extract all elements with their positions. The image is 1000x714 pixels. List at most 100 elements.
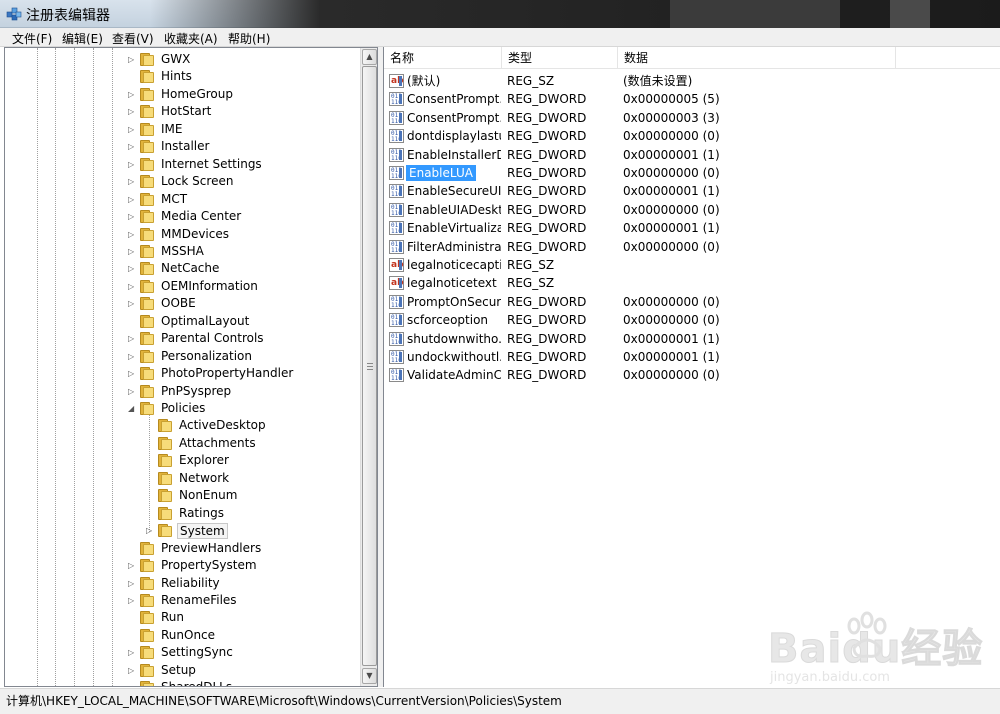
value-row[interactable]: ab (默认) REG_SZ (数值未设置) <box>384 72 1000 90</box>
tree-node-label: PhotoPropertyHandler <box>161 366 294 381</box>
tree-node[interactable]: ▷ IME <box>5 121 360 138</box>
tree-node[interactable]: ▷ HomeGroup <box>5 86 360 103</box>
expand-arrow-icon[interactable]: ▷ <box>128 334 136 343</box>
expand-arrow-icon[interactable]: ▷ <box>128 177 136 186</box>
expand-arrow-icon[interactable]: ▷ <box>128 247 136 256</box>
menu-favorites[interactable]: 收藏夹(A) <box>164 30 218 47</box>
tree-node[interactable]: Hints <box>5 68 360 85</box>
registry-key-tree[interactable]: ▷ GWX Hints ▷ HomeGroup ▷ HotStart ▷ IME ▷ Install… <box>4 47 378 687</box>
tree-node[interactable]: ▷ RenameFiles <box>5 592 360 609</box>
tree-node[interactable]: ▷ PropertySystem <box>5 557 360 574</box>
expand-arrow-icon[interactable]: ▷ <box>146 526 154 535</box>
tree-node[interactable]: Attachments <box>5 435 360 452</box>
scroll-down-button[interactable]: ▼ <box>362 668 377 684</box>
tree-node[interactable]: Explorer <box>5 452 360 469</box>
folder-icon <box>140 297 156 311</box>
expand-arrow-icon[interactable]: ▷ <box>128 160 136 169</box>
menu-file[interactable]: 文件(F) <box>12 30 52 47</box>
tree-node[interactable]: ▷ MSSHA <box>5 243 360 260</box>
expand-arrow-icon[interactable]: ▷ <box>128 55 136 64</box>
tree-node[interactable]: PreviewHandlers <box>5 540 360 557</box>
tree-node[interactable]: ActiveDesktop <box>5 417 360 434</box>
expand-arrow-icon[interactable]: ▷ <box>128 299 136 308</box>
expand-arrow-icon[interactable]: ▷ <box>128 195 136 204</box>
column-header-type[interactable]: 类型 <box>502 47 618 69</box>
tree-node[interactable]: ▷ Media Center <box>5 208 360 225</box>
tree-node[interactable]: ▷ Internet Settings <box>5 156 360 173</box>
expand-arrow-icon[interactable]: ▷ <box>128 264 136 273</box>
value-row[interactable]: 011 110 scforceoption REG_DWORD 0x00000000 (… <box>384 311 1000 329</box>
expand-arrow-icon[interactable]: ▷ <box>128 212 136 221</box>
value-row[interactable]: 011110dontdisplaylastu... REG_DWORD 0x0000… <box>384 127 1000 145</box>
tree-node[interactable]: ▷ PnPSysprep <box>5 383 360 400</box>
tree-node[interactable]: RunOnce <box>5 627 360 644</box>
tree-node[interactable]: ▷ MMDevices <box>5 226 360 243</box>
tree-node[interactable]: ▷ NetCache <box>5 260 360 277</box>
value-row[interactable]: 011110EnableSecureUI... REG_DWORD 0x000000… <box>384 182 1000 200</box>
tree-node[interactable]: ▷ System <box>5 522 360 540</box>
column-header-name[interactable]: 名称 <box>384 47 502 69</box>
expand-arrow-icon[interactable]: ▷ <box>128 282 136 291</box>
expand-arrow-icon[interactable]: ▷ <box>128 596 136 605</box>
expand-arrow-icon[interactable]: ▷ <box>128 579 136 588</box>
menu-help[interactable]: 帮助(H) <box>228 30 270 47</box>
title-bar[interactable]: 注册表编辑器 <box>0 0 1000 28</box>
value-row[interactable]: 011 110 shutdownwitho... REG_DWORD 0x0000000… <box>384 330 1000 348</box>
tree-node[interactable]: ◢ Policies <box>5 400 360 417</box>
tree-node[interactable]: SharedDLLs <box>5 679 360 686</box>
value-row[interactable]: 011 110 ConsentPrompt... REG_DWORD 0x0000000… <box>384 109 1000 127</box>
tree-node-label: Personalization <box>161 348 252 363</box>
expand-arrow-icon[interactable]: ▷ <box>128 648 136 657</box>
tree-node[interactable]: ▷ Parental Controls <box>5 330 360 347</box>
value-row[interactable]: 011110PromptOnSecur... REG_DWORD 0x0000000… <box>384 293 1000 311</box>
tree-node[interactable]: ▷ Lock Screen <box>5 173 360 190</box>
expand-arrow-icon[interactable]: ▷ <box>128 561 136 570</box>
tree-node[interactable]: ▷ Setup <box>5 662 360 679</box>
scroll-thumb[interactable] <box>362 66 377 666</box>
menu-edit[interactable]: 编辑(E) <box>62 30 103 47</box>
tree-node[interactable]: Ratings <box>5 505 360 522</box>
value-data: 0x00000001 (1) <box>623 331 720 346</box>
expand-arrow-icon[interactable]: ▷ <box>128 666 136 675</box>
paw-icon <box>847 611 887 658</box>
expand-arrow-icon[interactable]: ▷ <box>128 230 136 239</box>
tree-node[interactable]: ▷ SettingSync <box>5 644 360 661</box>
tree-node[interactable]: NonEnum <box>5 487 360 504</box>
value-row[interactable]: 011110ValidateAdminC... REG_DWORD 0x000000… <box>384 366 1000 384</box>
expand-arrow-icon[interactable]: ▷ <box>128 107 136 116</box>
tree-node[interactable]: ▷ MCT <box>5 191 360 208</box>
value-row[interactable]: 011110FilterAdministra... REG_DWORD 0x0000… <box>384 238 1000 256</box>
tree-node[interactable]: Network <box>5 470 360 487</box>
value-row[interactable]: 011110EnableVirtualizat... REG_DWORD 0x000… <box>384 219 1000 237</box>
menu-view[interactable]: 查看(V) <box>112 30 154 47</box>
expand-arrow-icon[interactable]: ▷ <box>128 352 136 361</box>
value-row[interactable]: ab legalnoticetext REG_SZ <box>384 274 1000 292</box>
value-row[interactable]: 011 110 EnableLUA REG_DWORD 0x00000000 (0) <box>384 164 1000 182</box>
tree-node[interactable]: ▷ PhotoPropertyHandler <box>5 365 360 382</box>
registry-value-list[interactable]: 名称 类型 数据 ab (默认) REG_SZ (数值未设置) 011 110 Consen… <box>383 47 1000 687</box>
expand-arrow-icon[interactable]: ▷ <box>128 369 136 378</box>
tree-node[interactable]: ▷ Installer <box>5 138 360 155</box>
expand-arrow-icon[interactable]: ▷ <box>128 90 136 99</box>
tree-node[interactable]: ▷ Reliability <box>5 575 360 592</box>
tree-node[interactable]: OptimalLayout <box>5 313 360 330</box>
scroll-up-button[interactable]: ▲ <box>362 49 377 65</box>
value-row[interactable]: 011110EnableInstallerD... REG_DWORD 0x0000… <box>384 146 1000 164</box>
collapse-arrow-icon[interactable]: ◢ <box>128 404 136 413</box>
value-name: EnableUIADeskt... <box>407 202 501 217</box>
value-row[interactable]: 011110EnableUIADeskt... REG_DWORD 0x000000… <box>384 201 1000 219</box>
expand-arrow-icon[interactable]: ▷ <box>128 125 136 134</box>
value-row[interactable]: 011 110 undockwithoutl... REG_DWORD 0x000000… <box>384 348 1000 366</box>
value-row[interactable]: ablegalnoticecapti... REG_SZ <box>384 256 1000 274</box>
tree-node[interactable]: ▷ GWX <box>5 51 360 68</box>
column-header-data[interactable]: 数据 <box>618 47 896 69</box>
tree-node[interactable]: ▷ OOBE <box>5 295 360 312</box>
expand-arrow-icon[interactable]: ▷ <box>128 142 136 151</box>
tree-node[interactable]: Run <box>5 609 360 626</box>
tree-node[interactable]: ▷ HotStart <box>5 103 360 120</box>
expand-arrow-icon[interactable]: ▷ <box>128 387 136 396</box>
value-row[interactable]: 011 110 ConsentPrompt... REG_DWORD 0x0000000… <box>384 90 1000 108</box>
tree-node[interactable]: ▷ Personalization <box>5 348 360 365</box>
tree-node[interactable]: ▷ OEMInformation <box>5 278 360 295</box>
tree-scrollbar[interactable]: ▲ ▼ <box>360 48 377 686</box>
